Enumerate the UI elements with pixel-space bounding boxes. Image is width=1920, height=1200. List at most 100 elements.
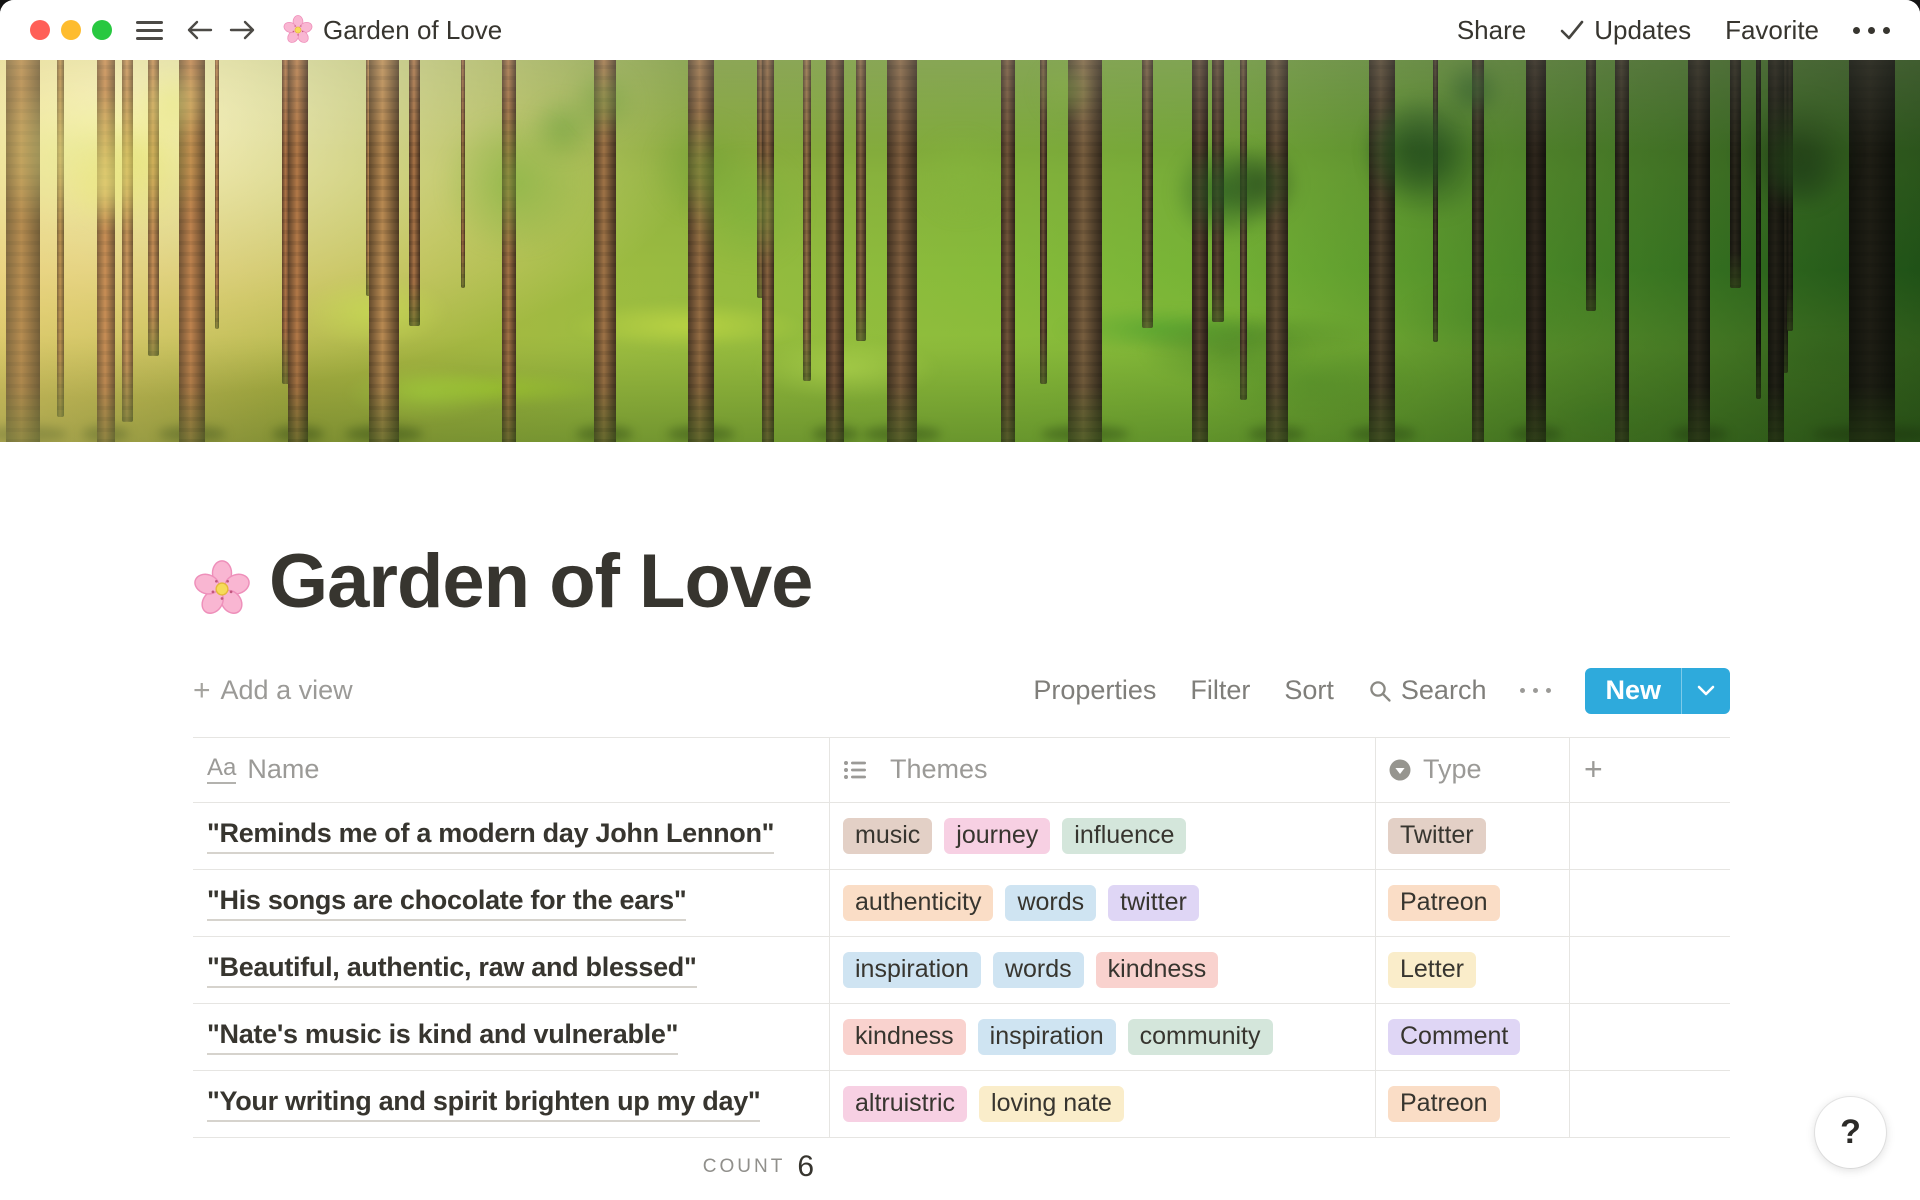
check-icon [1560, 20, 1584, 40]
row-type-cell[interactable]: Twitter [1376, 803, 1570, 869]
row-themes-cell[interactable]: musicjourneyinfluence [830, 803, 1376, 869]
row-empty-cell [1570, 1004, 1730, 1070]
page-icon-cherry-blossom[interactable] [193, 553, 251, 611]
window-topbar: Garden of Love Share Updates Favorite [0, 0, 1920, 60]
table-footer-count[interactable]: COUNT 6 [193, 1138, 830, 1196]
page-content: Garden of Love + Add a view Properties F… [0, 542, 1730, 1196]
row-name-cell[interactable]: "Beautiful, authentic, raw and blessed" [193, 937, 830, 1003]
row-name-cell[interactable]: "Your writing and spirit brighten up my … [193, 1071, 830, 1137]
table-row[interactable]: "His songs are chocolate for the ears" au… [193, 870, 1730, 937]
row-themes-cell[interactable]: altruistricloving nate [830, 1071, 1376, 1137]
select-property-icon [1388, 758, 1412, 782]
row-type-cell[interactable]: Comment [1376, 1004, 1570, 1070]
row-name-cell[interactable]: "Nate's music is kind and vulnerable" [193, 1004, 830, 1070]
filter-button[interactable]: Filter [1190, 675, 1250, 706]
arrow-right-icon [229, 19, 257, 41]
theme-tag: twitter [1108, 885, 1199, 921]
cover-art-shape [1266, 60, 1288, 442]
row-empty-cell [1570, 1071, 1730, 1137]
theme-tag: kindness [843, 1019, 966, 1055]
view-toolbar: + Add a view Properties Filter Sort Sear… [193, 668, 1730, 714]
theme-tag: altruistric [843, 1086, 967, 1122]
row-name[interactable]: "His songs are chocolate for the ears" [207, 885, 686, 921]
theme-tag: inspiration [978, 1019, 1116, 1055]
type-tag: Patreon [1388, 1086, 1500, 1122]
close-window-button[interactable] [30, 20, 50, 40]
zoom-window-button[interactable] [92, 20, 112, 40]
updates-button[interactable]: Updates [1560, 15, 1691, 46]
row-name[interactable]: "Your writing and spirit brighten up my … [207, 1086, 760, 1122]
row-name[interactable]: "Beautiful, authentic, raw and blessed" [207, 952, 697, 988]
updates-label: Updates [1594, 15, 1691, 46]
column-header-name[interactable]: Aa Name [193, 738, 830, 802]
search-label: Search [1401, 675, 1487, 706]
text-property-icon: Aa [207, 755, 236, 783]
cover-art-shape [688, 60, 714, 442]
table-body: "Reminds me of a modern day John Lennon"… [193, 803, 1730, 1138]
cover-art-shape [826, 60, 844, 442]
add-property-button[interactable]: + [1570, 738, 1730, 802]
chevron-down-icon[interactable] [1681, 668, 1730, 714]
table-row[interactable]: "Nate's music is kind and vulnerable" kin… [193, 1004, 1730, 1071]
cover-art-shape [97, 60, 115, 442]
row-name[interactable]: "Nate's music is kind and vulnerable" [207, 1019, 678, 1055]
cover-art-shape [523, 96, 603, 160]
row-name-cell[interactable]: "His songs are chocolate for the ears" [193, 870, 830, 936]
theme-tag: words [993, 952, 1084, 988]
row-name-cell[interactable]: "Reminds me of a modern day John Lennon" [193, 803, 830, 869]
row-empty-cell [1570, 937, 1730, 1003]
row-themes-cell[interactable]: inspirationwordskindness [830, 937, 1376, 1003]
column-header-themes[interactable]: Themes [830, 738, 1376, 802]
cover-art-shape [1040, 60, 1047, 384]
row-type-cell[interactable]: Letter [1376, 937, 1570, 1003]
sidebar-menu-button[interactable] [136, 21, 163, 40]
row-empty-cell [1570, 870, 1730, 936]
cover-art-shape [288, 60, 308, 442]
cover-art-shape [1526, 60, 1546, 442]
minimize-window-button[interactable] [61, 20, 81, 40]
cover-art-shape [594, 60, 616, 442]
favorite-button[interactable]: Favorite [1725, 15, 1819, 46]
forward-button[interactable] [229, 19, 257, 41]
theme-tag: community [1128, 1019, 1273, 1055]
cover-art-shape [1787, 60, 1793, 331]
cover-art-shape [1212, 60, 1224, 322]
share-button[interactable]: Share [1457, 15, 1526, 46]
view-more-icon[interactable] [1520, 688, 1551, 693]
cover-art-shape [856, 60, 866, 341]
new-button[interactable]: New [1585, 668, 1730, 714]
page-title[interactable]: Garden of Love [269, 542, 812, 623]
search-button[interactable]: Search [1368, 675, 1487, 706]
cover-art-shape [1214, 147, 1306, 221]
hamburger-icon [136, 21, 163, 40]
table-row[interactable]: "Beautiful, authentic, raw and blessed" i… [193, 937, 1730, 1004]
add-view-button[interactable]: + Add a view [193, 675, 353, 706]
back-button[interactable] [185, 19, 213, 41]
table-row[interactable]: "Reminds me of a modern day John Lennon"… [193, 803, 1730, 870]
row-type-cell[interactable]: Patreon [1376, 1071, 1570, 1137]
cover-art-shape [148, 60, 159, 356]
type-tag: Patreon [1388, 885, 1500, 921]
type-tag: Letter [1388, 952, 1476, 988]
cover-image[interactable] [0, 60, 1920, 442]
cover-art-shape [122, 60, 133, 422]
row-themes-cell[interactable]: kindness inspiration community [830, 1004, 1376, 1070]
cover-art-shape [1615, 60, 1629, 442]
row-name[interactable]: "Reminds me of a modern day John Lennon" [207, 818, 774, 854]
more-options-icon[interactable] [1853, 27, 1890, 34]
row-themes-cell[interactable]: authenticitywordstwitter [830, 870, 1376, 936]
cover-art-shape [1139, 316, 1314, 387]
properties-button[interactable]: Properties [1033, 675, 1156, 706]
table-row[interactable]: "Your writing and spirit brighten up my … [193, 1071, 1730, 1138]
cover-art-shape [1560, 399, 1657, 432]
column-header-type[interactable]: Type [1376, 738, 1570, 802]
cover-art-shape [179, 60, 205, 442]
theme-tag: influence [1062, 818, 1186, 854]
sort-button[interactable]: Sort [1284, 675, 1334, 706]
app-window: Garden of Love Share Updates Favorite Ga… [0, 0, 1920, 1200]
row-type-cell[interactable]: Patreon [1376, 870, 1570, 936]
cover-art-shape [461, 60, 466, 288]
bulleted-list-icon [843, 758, 867, 782]
cover-art-shape [1756, 60, 1762, 399]
help-button[interactable]: ? [1815, 1097, 1886, 1168]
